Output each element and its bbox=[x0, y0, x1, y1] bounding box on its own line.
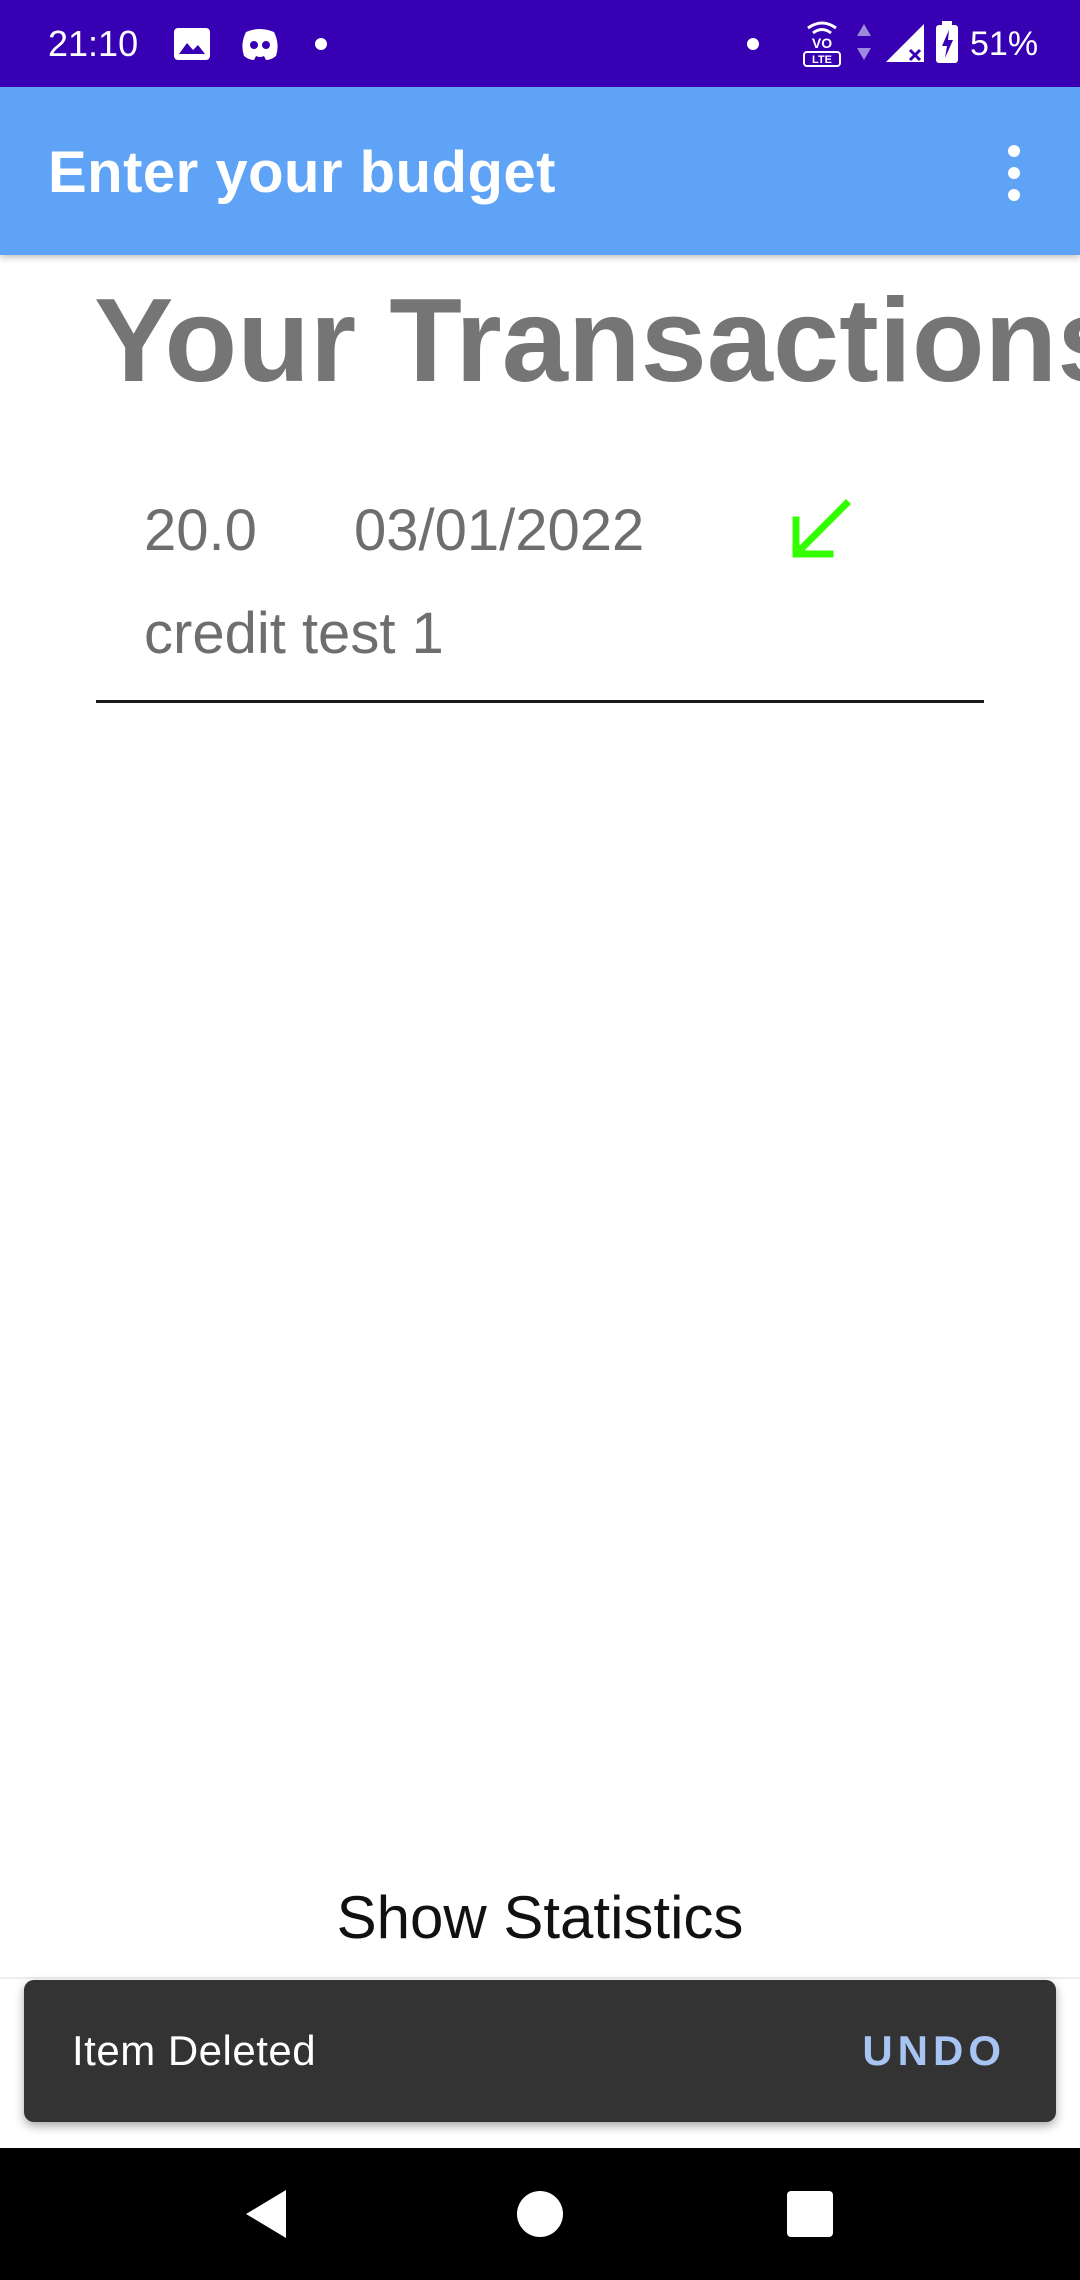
svg-text:VO: VO bbox=[812, 35, 832, 51]
recents-icon[interactable] bbox=[778, 2182, 842, 2246]
transaction-description: credit test 1 bbox=[144, 601, 444, 666]
volte-icon: VO LTE bbox=[803, 21, 841, 67]
home-icon[interactable] bbox=[508, 2182, 572, 2246]
transaction-date: 03/01/2022 bbox=[354, 498, 645, 563]
notification-dot-icon bbox=[315, 38, 327, 50]
data-arrows-icon bbox=[857, 24, 871, 60]
app-title: Enter your budget bbox=[48, 140, 556, 205]
navigation-bar bbox=[0, 2148, 1080, 2280]
back-icon[interactable] bbox=[236, 2182, 300, 2246]
arrow-down-left-icon bbox=[792, 499, 851, 558]
status-time: 21:10 bbox=[48, 23, 139, 64]
svg-text:LTE: LTE bbox=[812, 54, 832, 66]
transaction-amount: 20.0 bbox=[144, 498, 257, 563]
transaction-list-item[interactable]: 20.0 03/01/2022 credit test 1 bbox=[96, 468, 984, 703]
image-icon bbox=[174, 28, 210, 60]
more-vert-icon[interactable] bbox=[990, 141, 1038, 205]
battery-charging-icon bbox=[936, 21, 958, 63]
divider bbox=[0, 1977, 1080, 1979]
battery-percentage: 51% bbox=[970, 25, 1039, 63]
undo-button[interactable]: UNDO bbox=[858, 2016, 1010, 2086]
snackbar-message: Item Deleted bbox=[72, 2027, 317, 2074]
discord-icon bbox=[242, 29, 278, 60]
signal-icon bbox=[886, 24, 924, 62]
show-statistics-button[interactable]: Show Statistics bbox=[0, 1870, 1080, 1966]
snackbar: Item Deleted UNDO bbox=[24, 1980, 1056, 2122]
dot-icon bbox=[747, 38, 759, 50]
page-heading: Your Transactions bbox=[94, 274, 1080, 407]
app-screen: 21:10 VO LTE 51% Enter your budget Your … bbox=[0, 0, 1080, 2280]
app-bar: Enter your budget bbox=[0, 87, 1080, 255]
status-bar: 21:10 VO LTE 51% bbox=[0, 0, 1080, 87]
